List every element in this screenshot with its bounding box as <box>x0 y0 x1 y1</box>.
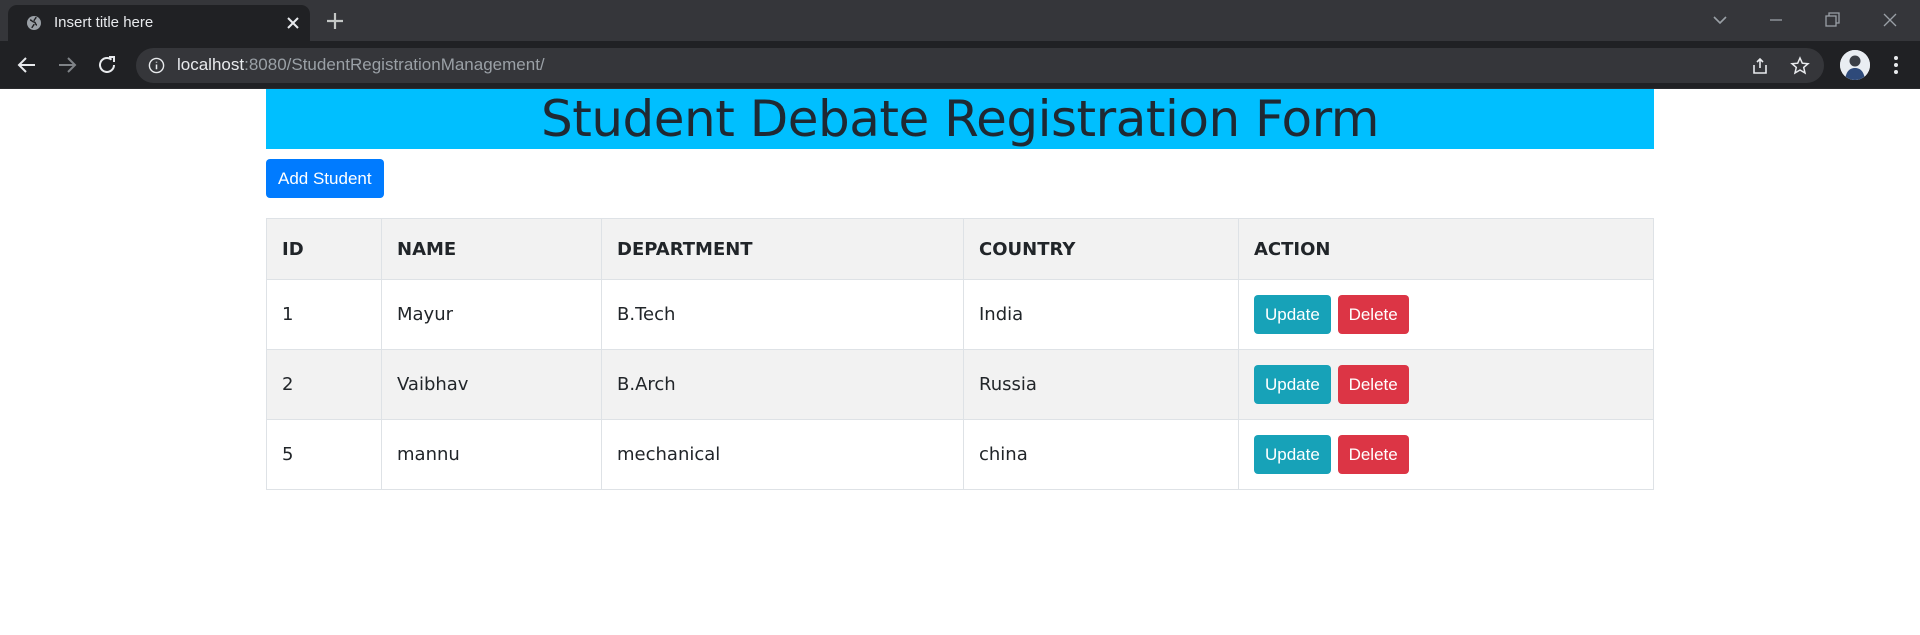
browser-tabbar: Insert title here <box>0 0 1920 41</box>
tab-title: Insert title here <box>54 14 154 31</box>
close-window-icon[interactable] <box>1878 8 1902 32</box>
table-row: 5 mannu mechanical china Update Delete <box>266 419 1654 490</box>
new-tab-icon[interactable] <box>324 10 346 32</box>
cell-action: Update Delete <box>1238 279 1654 350</box>
site-info-icon[interactable] <box>148 57 165 74</box>
minimize-icon[interactable] <box>1764 8 1788 32</box>
cell-department: mechanical <box>601 419 964 490</box>
cell-name: Mayur <box>381 279 602 350</box>
profile-avatar[interactable] <box>1840 50 1870 80</box>
reload-icon[interactable] <box>95 53 119 77</box>
url-text: localhost:8080/StudentRegistrationManage… <box>177 55 545 75</box>
add-student-button[interactable]: Add Student <box>266 159 384 198</box>
update-button[interactable]: Update <box>1254 295 1331 334</box>
page-title: Student Debate Registration Form <box>541 90 1379 148</box>
update-button[interactable]: Update <box>1254 435 1331 474</box>
cell-id: 2 <box>266 349 382 420</box>
cell-id: 1 <box>266 279 382 350</box>
table-row: 2 Vaibhav B.Arch Russia Update Delete <box>266 349 1654 420</box>
close-tab-icon[interactable] <box>284 14 302 32</box>
header-department: DEPARTMENT <box>601 218 964 280</box>
more-options-icon[interactable] <box>1884 53 1908 77</box>
browser-tab[interactable]: Insert title here <box>8 5 310 41</box>
back-icon[interactable] <box>15 53 39 77</box>
restore-icon[interactable] <box>1820 8 1844 32</box>
person-icon <box>1840 50 1870 80</box>
header-id: ID <box>266 218 382 280</box>
bookmark-star-icon[interactable] <box>1790 56 1810 76</box>
cell-action: Update Delete <box>1238 419 1654 490</box>
tab-search-icon[interactable] <box>1708 8 1732 32</box>
delete-button[interactable]: Delete <box>1337 295 1409 334</box>
url-path: :8080/StudentRegistrationManagement/ <box>244 55 545 74</box>
cell-department: B.Tech <box>601 279 964 350</box>
cell-country: Russia <box>963 349 1239 420</box>
header-name: NAME <box>381 218 602 280</box>
delete-button[interactable]: Delete <box>1337 435 1409 474</box>
cell-country: china <box>963 419 1239 490</box>
page-content: Student Debate Registration Form Add Stu… <box>0 89 1920 635</box>
cell-name: Vaibhav <box>381 349 602 420</box>
browser-toolbar: localhost:8080/StudentRegistrationManage… <box>0 41 1920 89</box>
table-row: 1 Mayur B.Tech India Update Delete <box>266 279 1654 350</box>
header-action: ACTION <box>1238 218 1654 280</box>
students-table: ID NAME DEPARTMENT COUNTRY ACTION 1 Mayu… <box>266 218 1654 490</box>
url-host: localhost <box>177 55 245 74</box>
forward-icon[interactable] <box>55 53 79 77</box>
globe-icon <box>27 16 41 30</box>
cell-country: India <box>963 279 1239 350</box>
share-icon[interactable] <box>1750 56 1770 76</box>
address-bar[interactable]: localhost:8080/StudentRegistrationManage… <box>136 48 1824 83</box>
page-header: Student Debate Registration Form <box>266 89 1654 149</box>
delete-button[interactable]: Delete <box>1337 365 1409 404</box>
header-country: COUNTRY <box>963 218 1239 280</box>
cell-action: Update Delete <box>1238 349 1654 420</box>
main-container: Student Debate Registration Form Add Stu… <box>266 89 1654 490</box>
cell-name: mannu <box>381 419 602 490</box>
cell-id: 5 <box>266 419 382 490</box>
cell-department: B.Arch <box>601 349 964 420</box>
table-header-row: ID NAME DEPARTMENT COUNTRY ACTION <box>266 218 1654 280</box>
update-button[interactable]: Update <box>1254 365 1331 404</box>
